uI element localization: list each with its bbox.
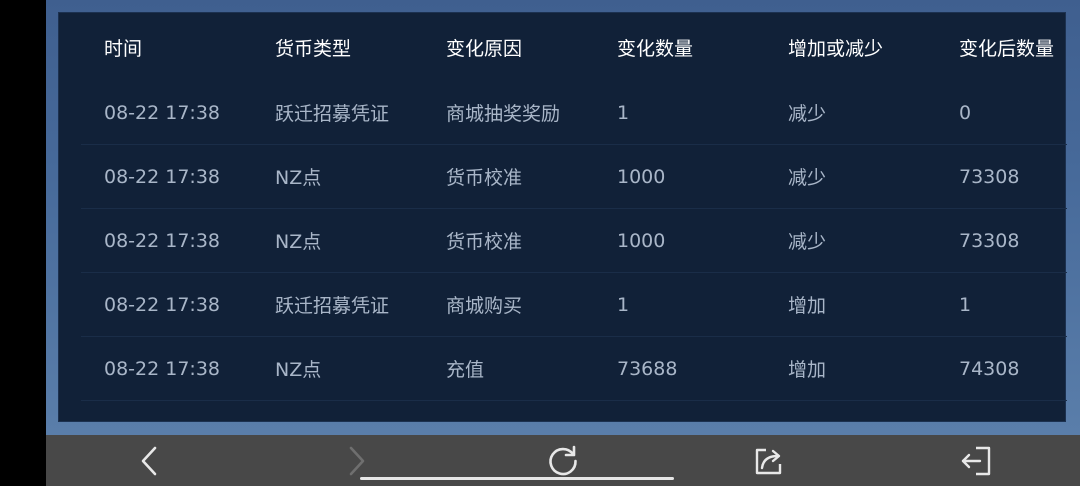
header-change-amount: 变化数量 (617, 37, 694, 60)
cell-currency-type: NZ点 (275, 359, 322, 381)
cell-direction: 增加 (788, 295, 827, 317)
table-header-row: 时间 货币类型 变化原因 变化数量 增加或减少 变化后数量 (81, 13, 1067, 81)
header-increase-or-decrease: 增加或减少 (788, 37, 884, 60)
cell-change-amount: 1000 (617, 165, 666, 188)
cell-change-reason: 充值 (446, 359, 485, 381)
table-row: 08-22 17:38 跃迁招募凭证 商城购买 1 增加 1 (81, 273, 1067, 337)
exit-button[interactable] (946, 435, 1006, 486)
cell-direction: 增加 (788, 359, 827, 381)
refresh-icon (549, 445, 577, 475)
cell-amount-after: 1 (959, 293, 972, 316)
cell-direction: 减少 (788, 103, 827, 125)
cell-change-amount: 1 (617, 293, 630, 316)
table-row: 08-22 17:38 NZ点 货币校准 1000 减少 73308 (81, 209, 1067, 273)
header-amount-after-change: 变化后数量 (959, 37, 1055, 60)
cell-change-reason: 商城购买 (446, 295, 523, 317)
back-button[interactable] (120, 435, 180, 486)
cell-currency-type: 跃迁招募凭证 (275, 295, 390, 317)
cell-amount-after: 0 (959, 101, 972, 124)
share-button[interactable] (739, 435, 799, 486)
currency-log-panel: 时间 货币类型 变化原因 变化数量 增加或减少 变化后数量 08-22 17:3… (58, 12, 1067, 422)
cell-time: 08-22 17:38 (104, 165, 221, 188)
forward-arrow-icon (349, 446, 365, 475)
cell-time: 08-22 17:38 (104, 357, 221, 380)
cell-direction: 减少 (788, 231, 827, 253)
cell-direction: 减少 (788, 167, 827, 189)
share-icon (755, 448, 782, 474)
cell-amount-after: 73308 (959, 165, 1020, 188)
cell-change-amount: 73688 (617, 357, 678, 380)
webview-background: 时间 货币类型 变化原因 变化数量 增加或减少 变化后数量 08-22 17:3… (46, 0, 1080, 435)
header-currency-type: 货币类型 (275, 37, 352, 60)
cell-time: 08-22 17:38 (104, 293, 221, 316)
cell-currency-type: 跃迁招募凭证 (275, 103, 390, 125)
cell-currency-type: NZ点 (275, 167, 322, 189)
cell-change-reason: 货币校准 (446, 167, 523, 189)
table-row: 08-22 17:38 NZ点 货币校准 1000 减少 73308 (81, 145, 1067, 209)
table-row: 08-22 17:38 跃迁招募凭证 商城抽奖奖励 1 减少 0 (81, 81, 1067, 145)
cell-amount-after: 74308 (959, 357, 1020, 380)
cell-change-amount: 1000 (617, 229, 666, 252)
home-indicator-bar[interactable] (360, 477, 674, 480)
cell-change-amount: 1 (617, 101, 630, 124)
exit-icon (961, 446, 991, 475)
back-arrow-icon (141, 446, 157, 475)
cell-time: 08-22 17:38 (104, 229, 221, 252)
table-row: 08-22 17:38 NZ点 充值 73688 增加 74308 (81, 337, 1067, 401)
cell-amount-after: 73308 (959, 229, 1020, 252)
currency-log-table: 时间 货币类型 变化原因 变化数量 增加或减少 变化后数量 08-22 17:3… (81, 13, 1067, 401)
cell-currency-type: NZ点 (275, 231, 322, 253)
cell-change-reason: 货币校准 (446, 231, 523, 253)
cell-change-reason: 商城抽奖奖励 (446, 103, 561, 125)
header-change-reason: 变化原因 (446, 37, 523, 60)
header-time: 时间 (104, 37, 143, 60)
cell-time: 08-22 17:38 (104, 101, 221, 124)
